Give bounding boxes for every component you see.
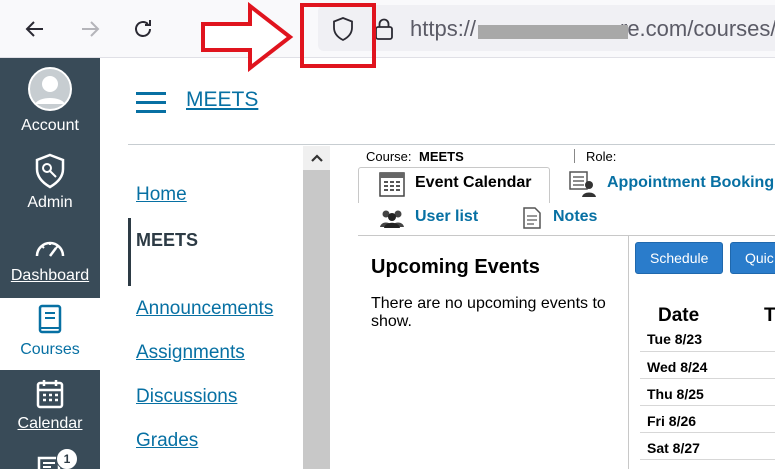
course-nav-announcements[interactable]: Announcements — [136, 298, 273, 320]
hamburger-menu-icon[interactable] — [136, 92, 166, 113]
course-nav-active-indicator — [128, 218, 131, 286]
upcoming-events-empty-text: There are no upcoming events to show. — [371, 295, 606, 330]
date-row: Tue 8/23 — [647, 331, 702, 347]
tab-label-event-calendar: Event Calendar — [415, 174, 532, 191]
redacted-url-segment — [478, 25, 628, 39]
annotation-highlight-box — [300, 3, 376, 68]
course-label: Course: — [366, 149, 412, 164]
scroll-up-arrow-icon[interactable] — [303, 146, 330, 170]
shield-key-icon — [35, 153, 65, 189]
quick-button[interactable]: Quic — [730, 242, 775, 274]
arrow-right-icon[interactable] — [73, 12, 107, 46]
schedule-button[interactable]: Schedule — [635, 242, 723, 274]
course-title-link[interactable]: MEETS — [186, 88, 258, 112]
global-nav-account[interactable]: Account — [0, 66, 100, 135]
url-prefix[interactable]: https:// — [410, 16, 476, 42]
global-nav-courses[interactable]: Courses — [0, 298, 100, 370]
panel-divider — [628, 236, 629, 469]
upcoming-events-title: Upcoming Events — [371, 256, 540, 278]
row-divider — [640, 378, 775, 379]
tab-appointment-booking[interactable]: Appointment Booking — [607, 174, 774, 192]
avatar-icon — [28, 67, 72, 111]
subtab-user-list[interactable]: User list — [415, 208, 478, 226]
screen: https:// re.com/courses/ Account Admin D… — [0, 0, 775, 469]
global-nav-label: Account — [21, 117, 79, 134]
date-row: Fri 8/26 — [647, 413, 697, 429]
tab-divider — [358, 235, 775, 236]
row-divider — [640, 432, 775, 433]
global-nav: Account Admin Dashboard Courses Calendar… — [0, 58, 100, 469]
row-divider — [640, 351, 775, 352]
course-value: MEETS — [419, 149, 464, 164]
global-nav-label: Admin — [27, 194, 73, 211]
reload-icon[interactable] — [126, 12, 160, 46]
subtab-notes[interactable]: Notes — [553, 208, 597, 226]
course-nav-assignments[interactable]: Assignments — [136, 342, 245, 364]
global-nav-label: Dashboard — [10, 267, 90, 284]
global-nav-label: Courses — [20, 341, 80, 358]
header-divider — [128, 144, 775, 145]
date-row: Sat 8/27 — [647, 440, 700, 456]
global-nav-calendar[interactable]: Calendar — [0, 378, 100, 433]
row-divider — [640, 405, 775, 406]
course-nav-home[interactable]: Home — [136, 184, 187, 206]
calendar-icon — [36, 380, 64, 409]
time-column-header: T — [764, 305, 775, 326]
calendar-icon — [379, 172, 405, 197]
row-divider — [640, 459, 775, 460]
global-nav-inbox[interactable]: 1 — [0, 446, 100, 469]
course-nav-grades[interactable]: Grades — [136, 430, 198, 452]
meta-separator — [574, 149, 575, 163]
appointment-icon — [569, 171, 596, 197]
gauge-icon — [35, 241, 65, 257]
date-row: Wed 8/24 — [647, 359, 708, 375]
book-icon — [38, 304, 62, 334]
unread-badge: 1 — [56, 448, 78, 469]
role-label: Role: — [586, 149, 617, 164]
arrow-left-icon[interactable] — [18, 12, 52, 46]
global-nav-label: Calendar — [17, 415, 83, 432]
annotation-arrow-icon — [201, 2, 294, 72]
iframe-scrollbar[interactable] — [303, 146, 330, 469]
browser-toolbar: https:// re.com/courses/ — [0, 0, 775, 58]
course-nav-discussions[interactable]: Discussions — [136, 386, 237, 408]
global-nav-dashboard[interactable]: Dashboard — [0, 234, 100, 285]
url-suffix[interactable]: re.com/courses/ — [620, 16, 775, 42]
course-nav-meets[interactable]: MEETS — [136, 230, 198, 251]
users-icon — [380, 210, 404, 228]
notes-icon — [523, 207, 541, 229]
date-column-header: Date — [658, 305, 700, 326]
global-nav-admin[interactable]: Admin — [0, 153, 100, 212]
date-row: Thu 8/25 — [647, 386, 704, 402]
